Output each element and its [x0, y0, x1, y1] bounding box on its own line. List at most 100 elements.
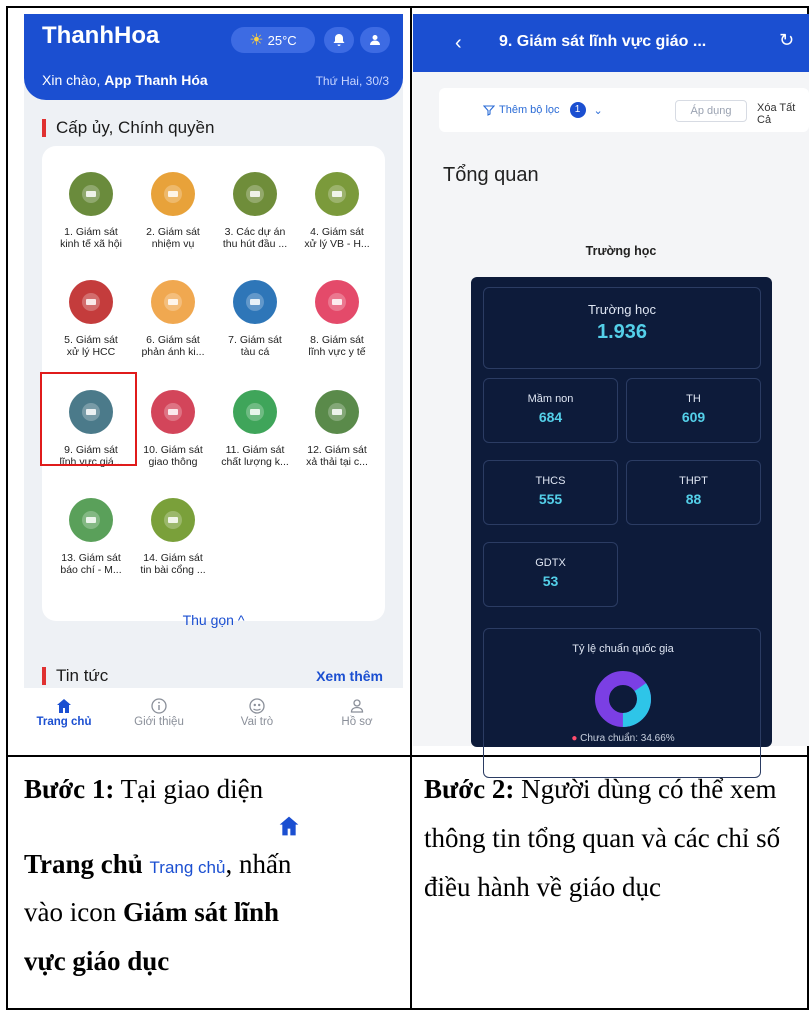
globe-leaf-icon [233, 390, 277, 434]
stat-primary: TH 609 [626, 378, 761, 443]
user-icon [370, 35, 380, 45]
stat-high-school: THPT 88 [626, 460, 761, 525]
date-label: Thứ Hai, 30/3 [315, 74, 389, 88]
step2-text: Bước 2: Người dùng có thể xem thông tin … [424, 765, 809, 912]
step1-text-a: Tại giao diện [120, 774, 264, 804]
function-tile-label: 4. Giám sát xử lý VB - H... [304, 226, 370, 250]
function-tile-label: 3. Các dự án thu hút đầu ... [222, 226, 288, 250]
refresh-icon[interactable]: ↻ [779, 30, 794, 51]
function-tile[interactable]: 6. Giám sát phản ánh ki... [130, 280, 216, 358]
function-tile-label: 2. Giám sát nhiệm vụ [146, 226, 200, 250]
boat-icon [233, 280, 277, 324]
function-tile[interactable]: 1. Giám sát kinh tế xã hội [48, 172, 134, 250]
news-title: Tin tức [42, 666, 108, 686]
section-title: Cấp ủy, Chính quyền [42, 118, 214, 138]
stat-preschool: Mầm non 684 [483, 378, 618, 443]
hand-money-icon [233, 172, 277, 216]
service-logo-icon [69, 280, 113, 324]
function-tile[interactable]: 3. Các dự án thu hút đầu ... [212, 172, 298, 250]
stat-continuing-ed-value: 53 [542, 573, 559, 589]
stat-continuing-ed-label: GDTX [535, 557, 566, 569]
tab-profile[interactable]: Hồ sơ [317, 696, 397, 728]
function-tile[interactable]: 13. Giám sát báo chí - M... [48, 498, 134, 576]
function-tile[interactable]: 14. Giám sát tin bài cổng ... [130, 498, 216, 576]
filter-count-badge: 1 [569, 102, 586, 118]
step1-text-c: vào icon [24, 897, 117, 927]
stat-preschool-value: 684 [538, 409, 563, 425]
function-tile[interactable]: 5. Giám sát xử lý HCC [48, 280, 134, 358]
step2-label: Bước 2: [424, 774, 515, 804]
role-icon [249, 698, 265, 714]
bottom-tab-bar: Trang chủ Giới thiệu Vai trò Hồ sơ [24, 688, 403, 746]
step1-bold-c: vực giáo dục [24, 946, 170, 976]
documents-icon [315, 172, 359, 216]
national-standard-chart: Tỷ lệ chuẩn quốc gia ● Chưa chuẩn: 34.66… [483, 628, 761, 778]
stat-secondary-label: THCS [535, 475, 566, 487]
step1-line3: vào icon Giám sát lĩnh [24, 888, 403, 937]
step1-inline-tab: Trang chủ [149, 858, 226, 877]
step1-line4: vực giáo dục [24, 937, 403, 986]
apply-button[interactable]: Áp dụng [675, 100, 747, 122]
stat-secondary: THCS 555 [483, 460, 618, 525]
tab-role-label: Vai trò [240, 716, 274, 728]
tab-role[interactable]: Vai trò [217, 696, 297, 728]
app-header: ThanhHoa ☀ 25°C Xin chào, App Thanh Hóa … [24, 14, 403, 100]
profile-icon [350, 699, 364, 713]
growth-chart-icon [69, 172, 113, 216]
collapse-button[interactable]: Thu gọn ^ [24, 612, 403, 628]
function-tile[interactable]: 4. Giám sát xử lý VB - H... [294, 172, 380, 250]
legend-text: Chưa chuẩn: 34.66% [580, 733, 675, 744]
monitor-icon [151, 498, 195, 542]
see-more-link[interactable]: Xem thêm [316, 668, 383, 684]
detail-title: 9. Giám sát lĩnh vực giáo ... [499, 33, 707, 50]
user-button[interactable] [360, 27, 390, 53]
function-tile-label: 6. Giám sát phản ánh ki... [141, 334, 205, 358]
tab-home[interactable]: Trang chủ [24, 696, 104, 728]
stat-total-value: 1.936 [596, 321, 648, 343]
function-tile-label: 11. Giám sát chất lượng k... [221, 444, 289, 468]
newspaper-icon [69, 498, 113, 542]
function-tile[interactable]: 12. Giám sát xả thải tại c... [294, 390, 380, 468]
clear-all-button[interactable]: Xóa Tất Cả [757, 102, 809, 126]
back-icon[interactable]: ‹ [455, 32, 462, 55]
step1-line1: Bước 1: Tại giao diện [24, 765, 403, 814]
tab-about[interactable]: Giới thiệu [119, 696, 199, 728]
stat-secondary-value: 555 [538, 491, 563, 507]
selected-tile-highlight [40, 372, 137, 466]
function-tile-label: 5. Giám sát xử lý HCC [64, 334, 118, 358]
weather-badge[interactable]: ☀ 25°C [231, 27, 315, 53]
function-tile[interactable]: 10. Giám sát giao thông [130, 390, 216, 468]
news-title-text: Tin tức [56, 666, 109, 685]
section-title-text: Cấp ủy, Chính quyền [56, 118, 215, 137]
function-tile-label: 1. Giám sát kinh tế xã hội [60, 226, 122, 250]
camera-icon [151, 390, 195, 434]
function-tile[interactable]: 11. Giám sát chất lượng k... [212, 390, 298, 468]
function-tile-label: 14. Giám sát tin bài cổng ... [140, 552, 206, 576]
legend-dot-icon: ● [571, 733, 578, 744]
function-tile-label: 13. Giám sát báo chí - M... [60, 552, 122, 576]
greeting-prefix: Xin chào, [42, 72, 101, 88]
table-divider-vertical [410, 6, 412, 1010]
function-tile-label: 10. Giám sát giao thông [143, 444, 203, 468]
stat-primary-label: TH [686, 393, 701, 405]
info-icon [151, 698, 167, 714]
step1-inline-home-icon [24, 814, 403, 844]
donut-title: Tỷ lệ chuẩn quốc gia [572, 643, 674, 655]
overview-heading: Tổng quan [443, 164, 539, 186]
school-dashboard: Trường học 1.936 Mầm non 684 TH 609 THCS… [471, 277, 772, 778]
tab-about-label: Giới thiệu [134, 716, 184, 728]
step1-bold-b: Giám sát lĩnh [122, 897, 280, 927]
notification-button[interactable] [324, 27, 354, 53]
function-tile[interactable]: 2. Giám sát nhiệm vụ [130, 172, 216, 250]
function-tile[interactable]: 8. Giám sát lĩnh vực y tế [294, 280, 380, 358]
add-filter-button[interactable]: Thêm bộ lọc 1 ⌄ [483, 102, 603, 118]
home-screenshot: ThanhHoa ☀ 25°C Xin chào, App Thanh Hóa … [24, 14, 403, 746]
function-tile-label: 12. Giám sát xả thải tại c... [306, 444, 368, 468]
home-icon [279, 816, 298, 836]
coin-gear-icon [151, 172, 195, 216]
step1-text: Bước 1: Tại giao diện Trang chủ Trang ch… [24, 765, 403, 986]
function-tile[interactable]: 7. Giám sát tàu cá [212, 280, 298, 358]
stat-total-label: Trường học [587, 302, 657, 317]
function-tile-label: 8. Giám sát lĩnh vực y tế [308, 334, 366, 358]
stat-preschool-label: Mầm non [527, 393, 574, 405]
